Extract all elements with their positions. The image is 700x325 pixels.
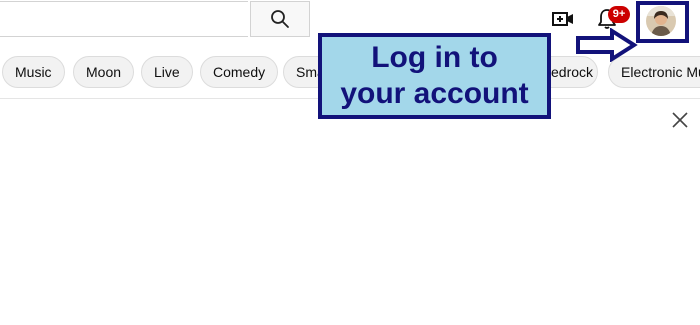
- callout-text: Log in to your account: [340, 41, 529, 110]
- search-button[interactable]: [250, 1, 310, 37]
- search-input[interactable]: [0, 1, 248, 37]
- search-icon: [271, 10, 289, 28]
- close-button[interactable]: [670, 110, 690, 130]
- create-video-icon: [552, 12, 573, 26]
- close-icon: [672, 112, 688, 128]
- avatar-highlight-box: [636, 1, 689, 43]
- chip-moon[interactable]: Moon: [73, 56, 135, 88]
- arrow-right-icon: [576, 28, 638, 62]
- chip-music[interactable]: Music: [2, 56, 65, 88]
- chip-live[interactable]: Live: [141, 56, 193, 88]
- chip-comedy[interactable]: Comedy: [200, 56, 279, 88]
- login-callout: Log in to your account: [318, 33, 551, 119]
- notification-badge: 9+: [608, 6, 630, 23]
